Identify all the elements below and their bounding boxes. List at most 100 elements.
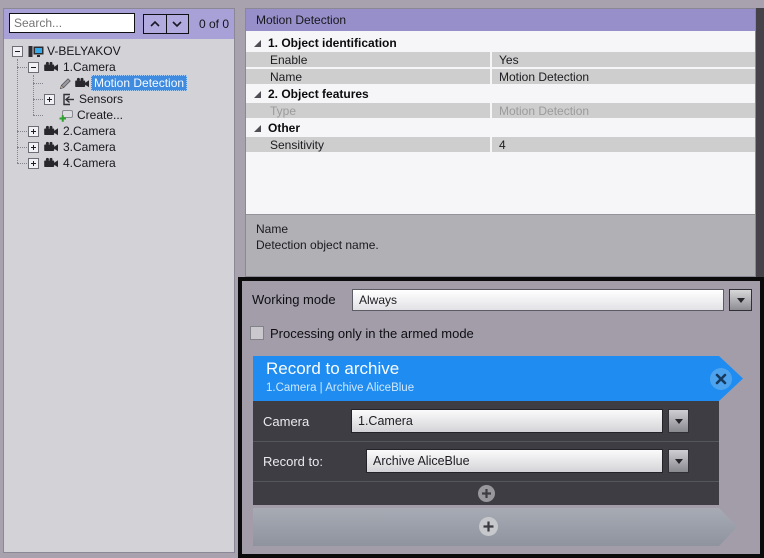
property-name: Name <box>246 69 492 84</box>
group-collapse-icon <box>254 91 261 98</box>
pencil-icon <box>57 76 74 90</box>
tree-item-v-belyakov[interactable]: V-BELYAKOV <box>4 43 234 59</box>
plus-icon <box>479 517 498 536</box>
property-value[interactable]: Motion Detection <box>492 103 755 118</box>
expander-plus-icon[interactable] <box>28 158 39 169</box>
property-description: Name Detection object name. <box>246 214 755 276</box>
tree-connector-stub <box>33 115 43 116</box>
property-value[interactable]: 4 <box>492 137 755 152</box>
group-collapse-icon <box>254 125 261 132</box>
rule-field-row: Camera 1.Camera <box>253 401 719 442</box>
armed-mode-label: Processing only in the armed mode <box>270 326 474 341</box>
object-tree-panel: 0 of 0 V-BELYAKOV1.CameraMotion Detectio… <box>3 8 235 553</box>
property-group-label: 1. Object identification <box>268 36 397 50</box>
expander-minus-icon[interactable] <box>12 46 23 57</box>
camera-icon <box>43 156 60 170</box>
expander-plus-icon[interactable] <box>44 94 55 105</box>
rule-field-dropdown-button[interactable] <box>668 449 689 473</box>
property-description-text: Detection object name. <box>256 237 745 253</box>
app-window: 0 of 0 V-BELYAKOV1.CameraMotion Detectio… <box>0 0 764 558</box>
search-prev-button[interactable] <box>144 15 167 33</box>
tree-item-label: 2.Camera <box>60 123 119 139</box>
tree-connector-stub <box>33 83 43 84</box>
rule-card-subtitle: 1.Camera | Archive AliceBlue <box>266 382 414 394</box>
search-result-count: 0 of 0 <box>199 14 229 34</box>
expander-plus-icon[interactable] <box>28 142 39 153</box>
property-name: Sensitivity <box>246 137 492 152</box>
tree-item-label: 4.Camera <box>60 155 119 171</box>
property-group-label: 2. Object features <box>268 87 369 101</box>
tree-connector-stub <box>17 67 27 68</box>
rule-card-fields: Camera 1.Camera Record to: Archive AliceBlu… <box>253 401 719 482</box>
create-icon <box>57 108 74 122</box>
add-rule-button[interactable] <box>479 517 498 536</box>
property-description-name: Name <box>256 221 745 237</box>
camera-icon <box>43 124 60 138</box>
tree-item-label: V-BELYAKOV <box>44 43 124 59</box>
property-value[interactable]: Motion Detection <box>492 69 755 84</box>
property-row-type[interactable]: TypeMotion Detection <box>246 103 755 118</box>
rule-card-add-row <box>253 482 719 505</box>
camera-icon <box>74 76 91 90</box>
properties-panel-title: Motion Detection <box>246 9 755 31</box>
tree-item-label: Sensors <box>76 91 126 107</box>
rule-card-header: Record to archive 1.Camera | Archive Ali… <box>253 356 743 401</box>
property-name: Enable <box>246 52 492 67</box>
add-rule-strip <box>253 508 737 546</box>
tree-item-4-camera[interactable]: 4.Camera <box>4 155 234 171</box>
working-mode-select[interactable]: Always <box>352 289 724 311</box>
tree-connector-stub <box>17 147 27 148</box>
sensors-icon <box>59 92 76 106</box>
armed-mode-checkbox[interactable] <box>250 326 264 340</box>
dropdown-arrow-icon <box>675 459 683 464</box>
expander-plus-icon[interactable] <box>28 126 39 137</box>
property-group-header[interactable]: Other <box>246 120 755 136</box>
property-row-enable[interactable]: EnableYes <box>246 52 755 67</box>
expander-minus-icon[interactable] <box>28 62 39 73</box>
tree-connector-stub <box>17 131 27 132</box>
dropdown-arrow-icon <box>675 419 683 424</box>
tree-connector-stub <box>33 99 43 100</box>
rule-card-close-button[interactable] <box>709 367 733 391</box>
dropdown-arrow-icon <box>737 298 745 303</box>
property-group-header[interactable]: 1. Object identification <box>246 35 755 51</box>
property-group-label: Other <box>268 121 300 135</box>
rule-field-dropdown-button[interactable] <box>668 409 689 433</box>
working-mode-label: Working mode <box>252 289 336 311</box>
search-next-button[interactable] <box>167 15 189 33</box>
property-name: Type <box>246 103 492 118</box>
add-action-button[interactable] <box>478 485 495 502</box>
tree-item-label: 3.Camera <box>60 139 119 155</box>
tree-item-label: Create... <box>74 107 126 123</box>
tree-connector-line <box>33 75 34 115</box>
rule-field-label: Camera <box>263 401 309 441</box>
properties-panel: Motion Detection 1. Object identificatio… <box>245 8 756 277</box>
property-grid: 1. Object identificationEnableYesNameMot… <box>246 31 755 152</box>
close-icon <box>709 367 733 391</box>
search-bar: 0 of 0 <box>4 9 234 39</box>
object-tree: V-BELYAKOV1.CameraMotion DetectionSensor… <box>4 39 234 552</box>
property-row-sensitivity[interactable]: Sensitivity4 <box>246 137 755 152</box>
rule-field-label: Record to: <box>263 442 323 481</box>
search-input[interactable] <box>9 13 135 33</box>
group-collapse-icon <box>254 40 261 47</box>
window-edge-strip <box>756 8 764 277</box>
chevron-up-icon <box>150 20 160 28</box>
rule-card-body: Camera 1.Camera Record to: Archive AliceBlu… <box>253 401 719 505</box>
camera-icon <box>43 60 60 74</box>
working-mode-dropdown-button[interactable] <box>729 289 752 311</box>
rule-field-select[interactable]: Archive AliceBlue <box>366 449 663 473</box>
property-row-name[interactable]: NameMotion Detection <box>246 69 755 84</box>
server-icon <box>27 44 44 58</box>
tree-item-1-camera[interactable]: 1.Camera <box>4 59 234 75</box>
tree-item-label: Motion Detection <box>91 75 187 91</box>
chevron-down-icon <box>172 20 182 28</box>
property-group-header[interactable]: 2. Object features <box>246 86 755 102</box>
rule-settings-panel: Working mode Always Processing only in t… <box>238 277 764 558</box>
camera-icon <box>43 140 60 154</box>
tree-item-2-camera[interactable]: 2.Camera <box>4 123 234 139</box>
rule-field-select[interactable]: 1.Camera <box>351 409 663 433</box>
rule-field-row: Record to: Archive AliceBlue <box>253 442 719 482</box>
property-value[interactable]: Yes <box>492 52 755 67</box>
tree-item-3-camera[interactable]: 3.Camera <box>4 139 234 155</box>
